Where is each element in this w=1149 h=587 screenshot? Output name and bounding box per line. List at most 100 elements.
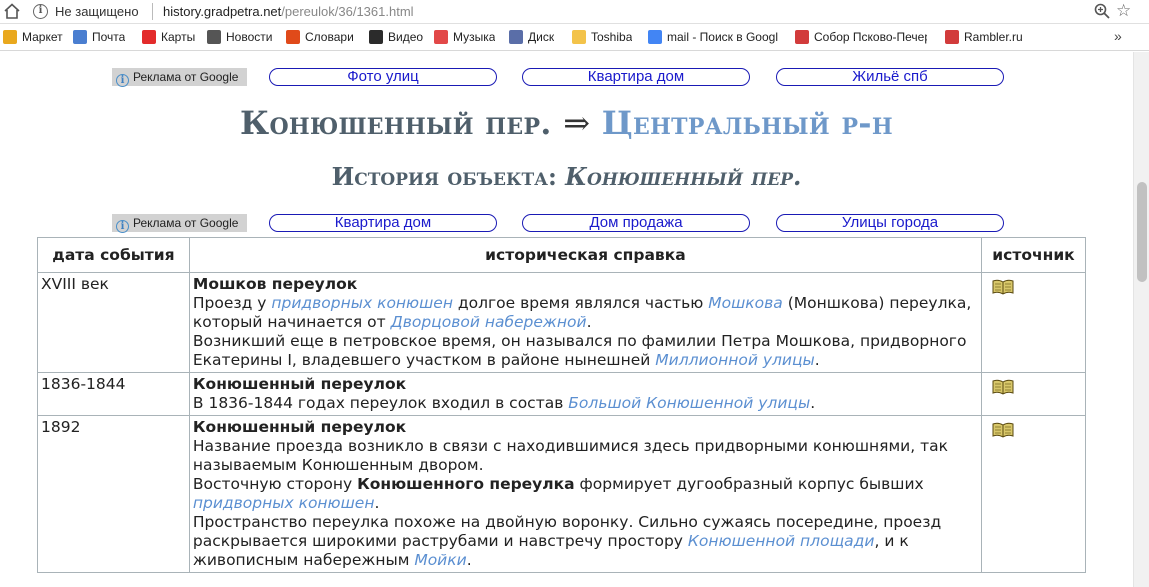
link-moika[interactable]: Мойки: [414, 551, 466, 569]
title-street: Конюшенный пер.: [240, 104, 552, 142]
link-moshkov[interactable]: Мошкова: [708, 294, 783, 312]
bookmark-favicon-icon: [3, 30, 17, 44]
info-icon[interactable]: i: [33, 4, 48, 19]
bookmark-favicon-icon: [434, 30, 448, 44]
district-link[interactable]: Центральный р-н: [602, 104, 893, 142]
bookmark-favicon-icon: [369, 30, 383, 44]
info-circle-icon: i: [116, 74, 129, 87]
bookmark-item[interactable]: Видео: [369, 30, 423, 46]
book-icon[interactable]: [992, 379, 1014, 395]
header-note: историческая справка: [188, 237, 983, 273]
zoom-icon[interactable]: [1093, 2, 1111, 20]
link-pridvornye-konyushni[interactable]: придворных конюшен: [193, 494, 375, 512]
ad-link-5[interactable]: Дом продажа: [522, 214, 750, 232]
ad-link-4[interactable]: Квартира дом: [269, 214, 497, 232]
note-paragraph: Возникший еще в петровское время, он наз…: [192, 332, 967, 369]
address-bar: i Не защищено history.gradpetra.net/pere…: [0, 0, 1149, 24]
bookmarks-more-button[interactable]: »: [1114, 28, 1122, 44]
event-source: [981, 372, 1086, 416]
event-note: Конюшенный переулок Название проезда воз…: [188, 415, 983, 573]
table-header-row: дата события историческая справка источн…: [37, 237, 1086, 273]
bookmark-item[interactable]: mail - Поиск в Googl: [648, 30, 779, 46]
note-paragraph: Пространство переулка похоже на двойную …: [192, 513, 942, 569]
book-icon[interactable]: [992, 422, 1014, 438]
ad-link-6[interactable]: Улицы города: [776, 214, 1004, 232]
bookmark-item[interactable]: Словари: [286, 30, 354, 46]
bookmark-favicon-icon: [286, 30, 300, 44]
bookmark-label: Почта: [92, 30, 126, 44]
event-date: 1836-1844: [37, 372, 190, 416]
bookmark-item[interactable]: Собор Псково-Печер: [795, 30, 927, 46]
link-konyushennaya-pl[interactable]: Конюшенной площади: [688, 532, 875, 550]
bookmark-item[interactable]: Toshiba: [572, 30, 632, 46]
title-arrow: ⇒: [563, 104, 591, 142]
page-subtitle: История объекта: Конюшенный пер.: [0, 162, 1133, 191]
link-pridvornye-konyushni[interactable]: придворных конюшен: [271, 294, 453, 312]
ad-link-3[interactable]: Жильё спб: [776, 68, 1004, 86]
event-note: Конюшенный переулок В 1836-1844 годах пе…: [188, 372, 983, 416]
info-circle-icon: i: [116, 220, 129, 233]
bookmark-item[interactable]: Маркет: [3, 30, 63, 46]
ad-row-top: i Реклама от Google Фото улиц Квартира до…: [0, 68, 1133, 88]
bookmark-label: Собор Псково-Печер: [814, 30, 927, 44]
bookmark-label: mail - Поиск в Googl: [667, 30, 778, 44]
bookmark-favicon-icon: [207, 30, 221, 44]
security-label[interactable]: Не защищено: [55, 4, 139, 19]
note-paragraph: Название проезда возникло в связи с нахо…: [192, 437, 949, 474]
bookmark-favicon-icon: [945, 30, 959, 44]
book-icon[interactable]: [992, 279, 1014, 295]
bookmark-item[interactable]: Музыка: [434, 30, 495, 46]
table-row: 1892 Конюшенный переулок Название проезд…: [37, 415, 1086, 573]
bookmark-label: Диск: [528, 30, 555, 44]
subtitle-object: Конюшенный пер.: [565, 162, 802, 191]
header-date: дата события: [37, 237, 190, 273]
link-millionnaya[interactable]: Миллионной улицы: [655, 351, 815, 369]
link-bolshaya-konyushennaya[interactable]: Большой Конюшенной улицы: [568, 394, 810, 412]
bookmark-item[interactable]: Почта: [73, 30, 125, 46]
scrollbar-thumb[interactable]: [1137, 182, 1147, 282]
bookmark-label: Карты: [161, 30, 196, 44]
note-paragraph: Проезд у придворных конюшен долгое время…: [192, 294, 972, 331]
subtitle-label: История объекта:: [331, 162, 557, 191]
event-date: XVIII век: [37, 272, 190, 373]
bookmark-label: Toshiba: [591, 30, 633, 44]
ad-link-2[interactable]: Квартира дом: [522, 68, 750, 86]
home-icon[interactable]: [3, 2, 21, 20]
event-source: [981, 272, 1086, 373]
page-title: Конюшенный пер. ⇒ Центральный р-н: [0, 104, 1133, 142]
event-source: [981, 415, 1086, 573]
table-row: XVIII век Мошков переулок Проезд у придв…: [37, 272, 1086, 373]
bookmark-label: Rambler.ru: [964, 30, 1023, 44]
bookmark-label: Новости: [226, 30, 273, 44]
bookmarks-bar: Маркет Почта Карты Новости Словари Видео Музык…: [0, 24, 1149, 51]
bookmark-item[interactable]: Новости: [207, 30, 272, 46]
bookmark-favicon-icon: [73, 30, 87, 44]
url-host: history.gradpetra.net: [163, 4, 282, 19]
header-source: источник: [981, 237, 1086, 273]
event-note: Мошков переулок Проезд у придворных коню…: [188, 272, 983, 373]
bookmark-favicon-icon: [572, 30, 586, 44]
link-dvortsovaya-nab[interactable]: Дворцовой набережной: [391, 313, 587, 331]
address-divider: [152, 3, 153, 20]
event-date: 1892: [37, 415, 190, 573]
table-row: 1836-1844 Конюшенный переулок В 1836-184…: [37, 372, 1086, 416]
url-field[interactable]: history.gradpetra.net/pereulok/36/1361.h…: [163, 4, 414, 19]
url-path: /pereulok/36/1361.html: [281, 4, 414, 19]
bookmark-favicon-icon: [795, 30, 809, 44]
vertical-scrollbar[interactable]: [1133, 52, 1149, 587]
bookmark-label: Музыка: [453, 30, 496, 44]
ad-badge[interactable]: i Реклама от Google: [112, 68, 247, 87]
bookmark-item[interactable]: Карты: [142, 30, 195, 46]
bookmark-item[interactable]: Диск: [509, 30, 554, 46]
event-title: Конюшенный переулок: [192, 375, 407, 393]
bookmark-star-icon[interactable]: ☆: [1116, 1, 1131, 21]
bookmark-favicon-icon: [142, 30, 156, 44]
ad-link-1[interactable]: Фото улиц: [269, 68, 497, 86]
event-title: Конюшенный переулок: [192, 418, 407, 436]
ad-badge[interactable]: i Реклама от Google: [112, 214, 247, 233]
ad-row-mid: i Реклама от Google Квартира дом Дом прод…: [0, 214, 1133, 234]
event-title: Мошков переулок: [192, 275, 358, 293]
bookmark-item[interactable]: Rambler.ru: [945, 30, 1023, 46]
history-table: дата события историческая справка источн…: [37, 237, 1086, 573]
note-paragraph: Восточную сторону Конюшенного переулка ф…: [192, 475, 924, 512]
